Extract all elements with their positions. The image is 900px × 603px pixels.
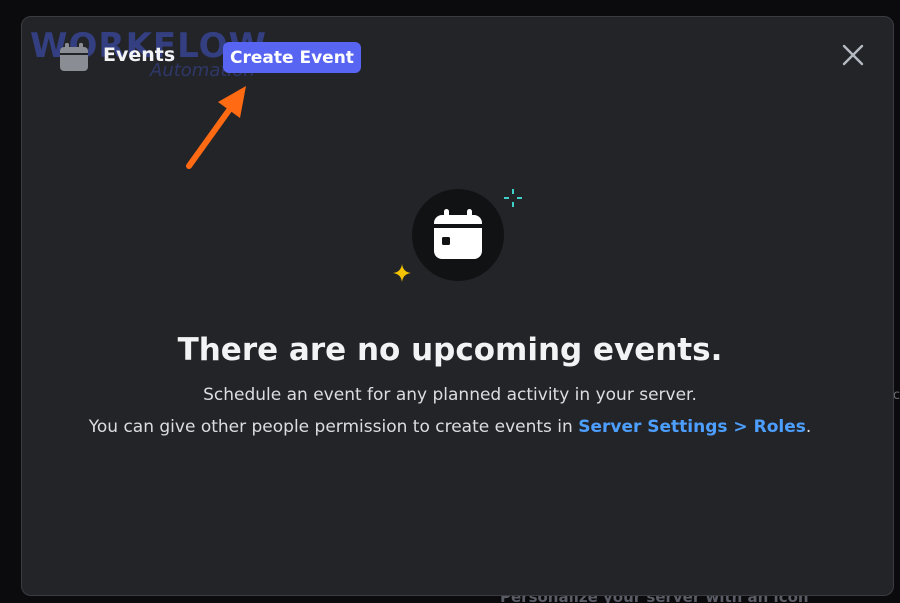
permission-text-suffix: . (805, 417, 812, 437)
close-icon[interactable] (838, 40, 868, 70)
arrow-icon (186, 86, 246, 169)
create-event-button[interactable]: Create Event (223, 42, 361, 73)
modal-title: Events (103, 44, 176, 66)
sparkle-icon (504, 189, 522, 207)
events-modal (21, 16, 894, 596)
page: Personalize your server with an icon c W… (0, 0, 900, 603)
calendar-icon (60, 43, 88, 71)
empty-state-description: Schedule an event for any planned activi… (203, 385, 697, 405)
empty-state-permission-text: You can give other people permission to … (0, 417, 900, 437)
empty-state-title: There are no upcoming events. (177, 332, 723, 368)
permission-text-prefix: You can give other people permission to … (88, 417, 579, 437)
calendar-icon (434, 209, 482, 259)
server-settings-roles-link[interactable]: Server Settings > Roles (578, 417, 806, 437)
star-icon (393, 264, 411, 282)
